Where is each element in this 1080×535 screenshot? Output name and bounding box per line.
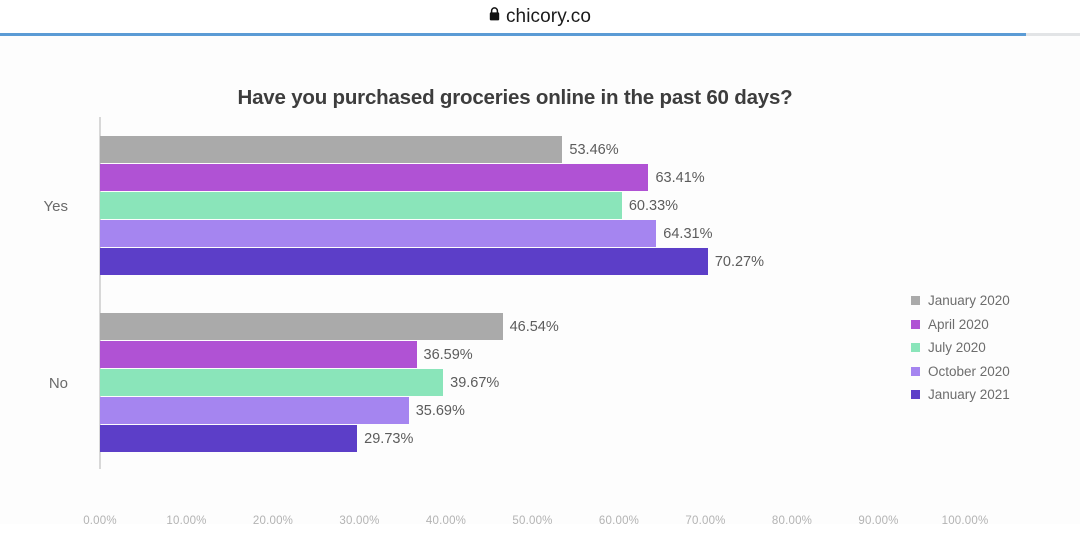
bar-chart-plot-area: Yes 53.46% 63.41% 60.33% 64.31% 70.27% N… — [44, 117, 965, 469]
x-axis-tick-label: 100.00% — [941, 515, 989, 527]
legend-label: October 2020 — [928, 363, 1010, 379]
category-label-no: No — [48, 375, 68, 392]
x-axis-tick-label: 60.00% — [598, 515, 640, 527]
bar-value-label: 35.69% — [415, 402, 465, 419]
legend-label: July 2020 — [928, 340, 986, 355]
bar-apr2020-no[interactable] — [100, 341, 417, 368]
url-text: chicory.co — [505, 5, 592, 27]
bar-value-label: 36.59% — [423, 346, 473, 363]
bar-row[interactable]: 60.33% — [100, 192, 965, 219]
bar-jan2020-no[interactable] — [100, 313, 503, 340]
bar-value-label: 60.33% — [628, 197, 679, 214]
bar-jan2020-yes[interactable] — [100, 136, 563, 163]
bar-group-yes: Yes 53.46% 63.41% 60.33% 64.31% 70.27% — [44, 136, 965, 276]
x-axis-tick-label: 70.00% — [685, 515, 726, 527]
x-axis-tick-label: 20.00% — [252, 515, 294, 527]
x-axis-tick-label: 40.00% — [425, 515, 467, 527]
x-axis-tick-label: 0.00% — [83, 515, 117, 527]
bar-group-no: No 46.54% 36.59% 39.67% 35.69% 29.73% — [49, 313, 965, 453]
bar-jan2021-yes[interactable] — [100, 248, 708, 275]
bar-row[interactable]: 63.41% — [100, 164, 965, 191]
bar-jan2021-no[interactable] — [100, 425, 358, 452]
legend-swatch-icon — [911, 390, 920, 399]
bar-value-label: 46.54% — [509, 318, 559, 335]
bar-oct2020-yes[interactable] — [100, 220, 657, 247]
bar-row[interactable]: 29.73% — [100, 425, 965, 452]
bar-row[interactable]: 36.59% — [100, 341, 965, 368]
x-axis-tick-label: 80.00% — [771, 515, 813, 527]
x-axis-tick-label: 30.00% — [339, 515, 380, 527]
url-display[interactable]: chicory.co — [489, 6, 591, 28]
chart-title: Have you purchased groceries online in t… — [237, 86, 793, 109]
page-content: Have you purchased groceries online in t… — [0, 36, 1080, 527]
bar-row[interactable]: 35.69% — [100, 397, 965, 424]
legend-item[interactable]: January 2021 — [911, 387, 1010, 402]
legend-swatch-icon — [911, 343, 920, 352]
legend-item[interactable]: October 2020 — [911, 364, 1010, 379]
bar-value-label: 64.31% — [663, 225, 713, 242]
chart-legend: January 2020 April 2020 July 2020 October 2… — [911, 293, 1010, 402]
legend-swatch-icon — [911, 319, 920, 329]
bar-row[interactable]: 70.27% — [100, 248, 965, 275]
bar-row[interactable]: 53.46% — [100, 136, 965, 163]
bar-value-label: 70.27% — [714, 253, 765, 270]
legend-label: April 2020 — [928, 316, 989, 332]
x-axis: 0.00% 10.00% 20.00% 30.00% 40.00% 50.00% 60.00… — [83, 515, 988, 535]
padlock-icon — [489, 7, 500, 26]
legend-item[interactable]: April 2020 — [911, 317, 1010, 332]
x-axis-tick-label: 50.00% — [512, 515, 553, 527]
legend-swatch-icon — [911, 296, 920, 305]
x-axis-tick-label: 90.00% — [858, 515, 899, 527]
bar-apr2020-yes[interactable] — [100, 164, 649, 191]
legend-item[interactable]: January 2020 — [911, 293, 1010, 308]
x-axis-tick-label: 10.00% — [166, 515, 207, 527]
bar-jul2020-no[interactable] — [100, 369, 444, 396]
category-label-yes: Yes — [43, 198, 68, 215]
bar-row[interactable]: 64.31% — [100, 220, 965, 247]
bar-value-label: 39.67% — [450, 374, 500, 391]
browser-address-bar[interactable]: chicory.co — [0, 0, 1080, 33]
bar-jul2020-yes[interactable] — [100, 192, 622, 219]
legend-label: January 2020 — [928, 293, 1010, 308]
bar-value-label: 63.41% — [655, 169, 705, 186]
bar-value-label: 53.46% — [569, 141, 619, 158]
bar-value-label: 29.73% — [364, 430, 414, 447]
bar-oct2020-no[interactable] — [100, 397, 409, 424]
legend-item[interactable]: July 2020 — [911, 340, 1010, 355]
legend-label: January 2021 — [928, 387, 1010, 402]
bar-row[interactable]: 39.67% — [100, 369, 965, 396]
bar-row[interactable]: 46.54% — [100, 313, 965, 340]
legend-swatch-icon — [911, 366, 920, 376]
